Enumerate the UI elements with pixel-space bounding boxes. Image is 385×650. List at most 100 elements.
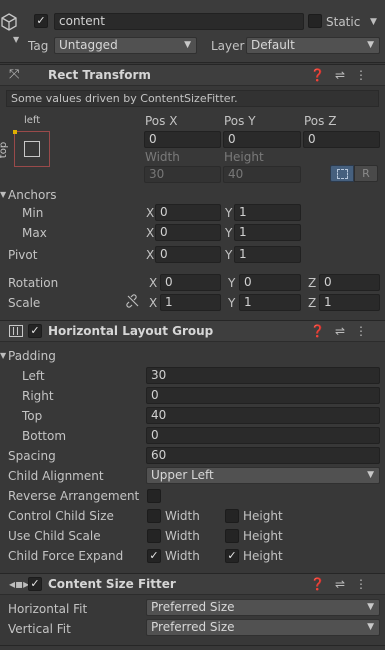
anchor-dot (13, 130, 17, 134)
vertical-fit-dropdown[interactable]: Preferred Size ▼ (146, 619, 380, 636)
control-child-size-label: Control Child Size (8, 509, 114, 523)
rot-x-axis: X (149, 276, 158, 290)
layer-value: Default (251, 38, 295, 52)
scale-label: Scale (8, 296, 41, 310)
blueprint-icon (337, 169, 348, 179)
link-icon[interactable] (126, 294, 140, 312)
tag-dropdown[interactable]: Untagged ▼ (54, 37, 197, 54)
vertical-fit-label: Vertical Fit (8, 622, 71, 636)
vertical-fit-value: Preferred Size (151, 620, 235, 634)
anchor-preset-square (24, 141, 40, 157)
pos-x-field[interactable]: 0 (144, 131, 221, 148)
hlg-enabled-checkbox[interactable]: ✓ (28, 324, 42, 338)
active-checkbox[interactable]: ✓ (34, 14, 48, 28)
use-child-scale-label: Use Child Scale (8, 529, 101, 543)
pos-z-label: Pos Z (304, 114, 337, 128)
min-x-axis: X (146, 206, 155, 220)
rotation-y-field[interactable]: 0 (239, 274, 301, 291)
rotation-x-field[interactable]: 0 (160, 274, 221, 291)
info-text: Some values driven by ContentSizeFitter. (11, 92, 238, 105)
preset-icon: ⇌ (334, 324, 355, 338)
scale-height-checkbox[interactable] (225, 529, 239, 543)
component-actions[interactable]: ❓⇌⋮ (310, 576, 377, 592)
control-height-checkbox[interactable] (225, 509, 239, 523)
static-label: Static (326, 15, 361, 29)
min-y-field[interactable]: 1 (234, 204, 301, 221)
anchors-label: Anchors (8, 188, 57, 202)
horizontal-fit-label: Horizontal Fit (8, 602, 88, 616)
child-force-expand-label: Child Force Expand (8, 549, 124, 563)
spacing-field[interactable]: 60 (146, 447, 380, 464)
anchors-foldout-icon[interactable]: ▼ (0, 187, 6, 203)
horizontal-fit-dropdown[interactable]: Preferred Size ▼ (146, 599, 380, 616)
max-y-axis: Y (225, 226, 233, 240)
expand-width-label: Width (165, 549, 200, 563)
pivot-label: Pivot (8, 248, 38, 262)
max-y-field[interactable]: 1 (234, 224, 301, 241)
rotation-label: Rotation (8, 276, 59, 290)
tag-value: Untagged (59, 38, 118, 52)
scale-z-field[interactable]: 1 (319, 294, 380, 311)
padding-left-field[interactable]: 30 (146, 367, 380, 384)
pivot-y-field[interactable]: 1 (234, 246, 301, 263)
top-label: Top (22, 409, 43, 423)
min-y-axis: Y (225, 206, 233, 220)
width-field: 30 (144, 166, 221, 183)
scale-y-field[interactable]: 1 (239, 294, 301, 311)
min-label: Min (22, 206, 44, 220)
pos-y-field[interactable]: 0 (223, 131, 301, 148)
bottom-divider (0, 645, 385, 646)
padding-right-field[interactable]: 0 (146, 387, 380, 404)
max-x-field[interactable]: 0 (155, 224, 221, 241)
padding-bottom-field[interactable]: 0 (146, 427, 380, 444)
content-size-fitter-icon: ◂▪▸ (9, 577, 30, 591)
min-x-field[interactable]: 0 (155, 204, 221, 221)
csf-enabled-checkbox[interactable]: ✓ (28, 577, 42, 591)
preset-icon: ⇌ (334, 577, 355, 591)
rect-transform-header[interactable]: ⤧ Rect Transform ❓⇌⋮ (0, 64, 385, 86)
pos-z-field[interactable]: 0 (303, 131, 380, 148)
control-width-checkbox[interactable] (147, 509, 161, 523)
component-actions[interactable]: ❓⇌⋮ (310, 323, 377, 339)
max-x-axis: X (146, 226, 155, 240)
rotation-z-field[interactable]: 0 (319, 274, 380, 291)
padding-label: Padding (8, 349, 56, 363)
layer-dropdown[interactable]: Default ▼ (246, 37, 380, 54)
help-icon: ❓ (309, 324, 335, 338)
static-dropdown-icon[interactable]: ▼ (370, 14, 377, 30)
info-box: Some values driven by ContentSizeFitter. (6, 90, 379, 107)
pos-y-label: Pos Y (224, 114, 256, 128)
component-title: Horizontal Layout Group (48, 324, 214, 338)
pivot-y-axis: Y (225, 248, 233, 262)
static-checkbox[interactable] (308, 14, 322, 28)
right-label: Right (22, 389, 54, 403)
menu-icon: ⋮ (355, 577, 377, 591)
scale-x-field[interactable]: 1 (160, 294, 221, 311)
pivot-x-field[interactable]: 0 (155, 246, 221, 263)
blueprint-button[interactable] (330, 165, 354, 182)
control-width-label: Width (165, 509, 200, 523)
reverse-arrangement-checkbox[interactable] (147, 489, 161, 503)
horizontal-fit-value: Preferred Size (151, 600, 235, 614)
anchor-presets-button[interactable] (13, 130, 50, 167)
chevron-down-icon[interactable]: ▼ (13, 32, 19, 48)
scale-height-label: Height (243, 529, 283, 543)
padding-top-field[interactable]: 40 (146, 407, 380, 424)
name-field[interactable]: content (54, 13, 304, 30)
child-alignment-dropdown[interactable]: Upper Left ▼ (146, 467, 380, 484)
hlg-header[interactable]: ✓ Horizontal Layout Group ❓⇌⋮ (0, 320, 385, 342)
component-title: Rect Transform (48, 68, 151, 82)
component-actions[interactable]: ❓⇌⋮ (310, 67, 377, 83)
pivot-x-axis: X (146, 248, 155, 262)
menu-icon: ⋮ (355, 68, 377, 82)
raw-edit-button[interactable]: R (354, 165, 378, 182)
padding-foldout-icon[interactable]: ▼ (0, 348, 6, 364)
scale-width-checkbox[interactable] (147, 529, 161, 543)
chevron-down-icon: ▼ (367, 470, 374, 480)
csf-header[interactable]: ◂▪▸ ✓ Content Size Fitter ❓⇌⋮ (0, 573, 385, 595)
expand-height-checkbox[interactable]: ✓ (225, 549, 239, 563)
bottom-label: Bottom (22, 429, 67, 443)
chevron-down-icon: ▼ (367, 622, 374, 632)
expand-width-checkbox[interactable]: ✓ (147, 549, 161, 563)
scale-x-axis: X (149, 296, 158, 310)
